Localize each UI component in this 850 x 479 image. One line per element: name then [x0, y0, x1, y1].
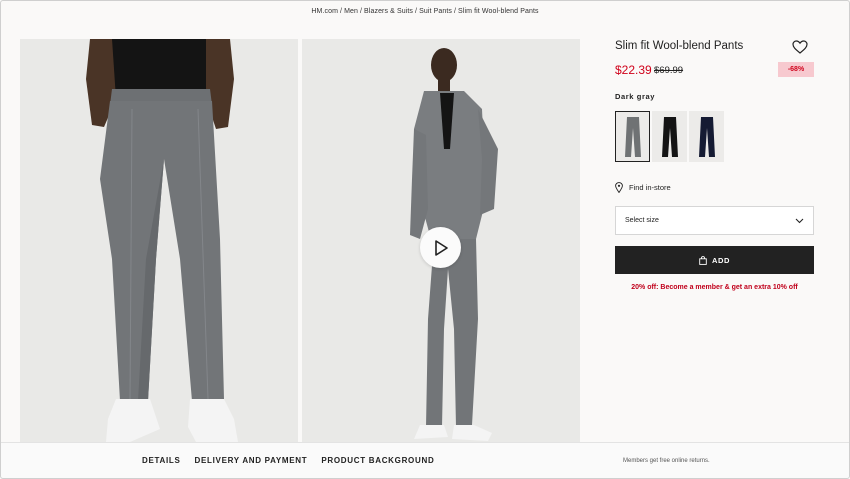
- favorite-button[interactable]: [792, 40, 808, 54]
- member-offer-link[interactable]: 20% off: Become a member & get an extra …: [615, 284, 814, 291]
- swatch-pants-thumbnail: [661, 116, 678, 157]
- swatch-pants-thumbnail: [624, 116, 641, 157]
- find-in-store-label: Find in-store: [629, 183, 671, 192]
- breadcrumb-separator: /: [453, 8, 457, 15]
- product-title: Slim fit Wool-blend Pants: [615, 40, 744, 52]
- breadcrumb: HM.com / Men / Blazers & Suits / Suit Pants / Sl…: [0, 8, 850, 15]
- play-icon: [434, 239, 448, 256]
- swatch-pants-thumbnail: [698, 116, 715, 157]
- breadcrumb-item-current: Slim fit Wool-blend Pants: [458, 8, 539, 15]
- breadcrumb-item[interactable]: Blazers & Suits: [364, 8, 413, 15]
- size-select[interactable]: Select size: [615, 206, 814, 235]
- heart-icon: [792, 40, 808, 54]
- breadcrumb-separator: /: [415, 8, 418, 15]
- breadcrumb-item[interactable]: Suit Pants: [419, 8, 452, 15]
- footer-tabs: DETAILS DELIVERY AND PAYMENT PRODUCT BAC…: [142, 456, 434, 465]
- bag-icon: [699, 255, 707, 265]
- add-button-label: ADD: [711, 255, 731, 265]
- selected-color-label: Dark gray: [615, 92, 656, 101]
- add-to-bag-button[interactable]: ADD: [615, 246, 814, 274]
- sale-price: $22.39: [615, 63, 652, 77]
- breadcrumb-separator: /: [340, 8, 343, 15]
- free-returns-note: Members get free online returns.: [623, 458, 710, 464]
- tab-details[interactable]: DETAILS: [142, 456, 181, 465]
- breadcrumb-item[interactable]: HM.com: [311, 8, 338, 15]
- breadcrumb-separator: /: [360, 8, 363, 15]
- product-details-footer: DETAILS DELIVERY AND PAYMENT PRODUCT BAC…: [1, 442, 849, 478]
- pants-photo-illustration: [20, 39, 298, 442]
- tab-product-background[interactable]: PRODUCT BACKGROUND: [321, 456, 434, 465]
- tab-delivery-and-payment[interactable]: DELIVERY AND PAYMENT: [195, 456, 308, 465]
- product-image-pants[interactable]: [20, 39, 298, 442]
- find-in-store-link[interactable]: Find in-store: [615, 182, 671, 193]
- chevron-down-icon: [795, 218, 804, 223]
- color-swatch-dark-gray[interactable]: [615, 111, 650, 162]
- play-video-button[interactable]: [420, 227, 461, 268]
- size-select-placeholder: Select size: [625, 217, 659, 224]
- color-swatch-black[interactable]: [652, 111, 687, 162]
- original-price: $69.99: [654, 65, 684, 76]
- color-swatch-dark-blue[interactable]: [689, 111, 724, 162]
- discount-badge: -68%: [778, 62, 814, 77]
- breadcrumb-item[interactable]: Men: [344, 8, 358, 15]
- location-pin-icon: [615, 182, 623, 193]
